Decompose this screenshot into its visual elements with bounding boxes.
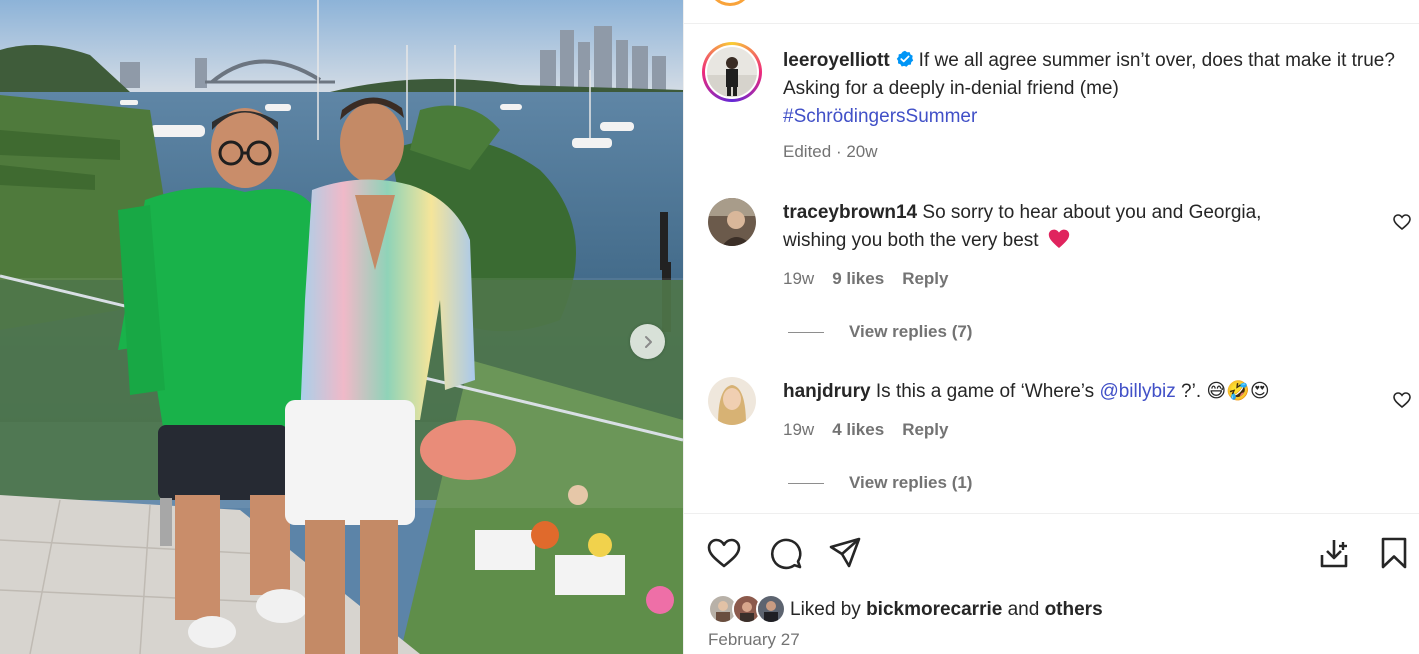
verified-badge-icon [896, 50, 913, 67]
comment-like-heart-icon[interactable] [1393, 391, 1411, 409]
liked-by-summary: Liked by bickmorecarrie and others [708, 594, 1103, 626]
comment-like-heart-icon[interactable] [1393, 213, 1411, 231]
heart-icon[interactable] [706, 535, 742, 571]
view-replies-label: View replies (7) [849, 322, 973, 341]
comment-likes[interactable]: 4 likes [832, 420, 884, 440]
comment-avatar-image [708, 198, 756, 246]
post-age[interactable]: 20w [846, 142, 877, 161]
comment-text-line1: So sorry to hear about you and Georgia, [922, 202, 1262, 223]
next-photo-button[interactable] [630, 324, 665, 359]
comment-username[interactable]: hanjdrury [783, 381, 871, 402]
comment-text-line2: wishing you both the very best [783, 230, 1039, 251]
view-replies-button[interactable]: View replies (1) [788, 473, 972, 493]
comment-meta: 19w 9 likes Reply [783, 269, 948, 289]
comment-item: hanjdrury Is this a game of ‘Where’s @bi… [783, 377, 1363, 406]
liked-by-conjunction: and [1007, 599, 1040, 620]
author-avatar[interactable] [702, 42, 762, 102]
comment-reply-button[interactable]: Reply [902, 420, 948, 440]
comment-age[interactable]: 19w [783, 420, 814, 440]
post-caption: leeroyelliott If we all agree summer isn’… [783, 47, 1395, 131]
comment-text-before: Is this a game of ‘Where’s [875, 381, 1095, 402]
download-icon[interactable] [1316, 535, 1352, 571]
comment-mention-link[interactable]: @billybiz [1099, 381, 1175, 402]
comment-reply-button[interactable]: Reply [902, 269, 948, 289]
liker-avatar [756, 594, 786, 624]
comment-item: traceybrown14 So sorry to hear about you… [783, 199, 1363, 255]
comment-avatar[interactable] [708, 198, 756, 246]
post-header-strip [684, 0, 1419, 24]
comment-meta: 19w 4 likes Reply [783, 420, 948, 440]
caption-meta: Edited · 20w [783, 142, 878, 162]
liker-avatars[interactable] [708, 594, 786, 626]
comment-likes[interactable]: 9 likes [832, 269, 884, 289]
edited-label: Edited [783, 142, 832, 161]
comment-avatar[interactable] [708, 377, 756, 425]
comment-username[interactable]: traceybrown14 [783, 202, 917, 223]
header-avatar-ring[interactable] [708, 0, 752, 6]
liked-by-prefix: Liked by [790, 599, 861, 620]
actions-divider [684, 513, 1419, 514]
comment-text-after: ?’. [1181, 381, 1202, 402]
chevron-right-icon [644, 335, 652, 348]
comment-avatar-image [708, 377, 756, 425]
post-image [0, 0, 683, 654]
view-replies-label: View replies (1) [849, 473, 973, 492]
liked-by-others[interactable]: others [1045, 599, 1103, 621]
liked-by-user[interactable]: bickmorecarrie [866, 599, 1002, 621]
bookmark-icon[interactable] [1376, 535, 1412, 571]
post-photo [0, 0, 683, 654]
comment-age[interactable]: 19w [783, 269, 814, 289]
meta-separator: · [835, 142, 842, 161]
replies-divider-line [788, 482, 824, 484]
share-icon[interactable] [827, 535, 863, 571]
post-date[interactable]: February 27 [708, 630, 800, 650]
red-heart-emoji [1048, 229, 1070, 248]
comment-icon[interactable] [767, 535, 803, 571]
caption-username[interactable]: leeroyelliott [783, 50, 890, 71]
caption-hashtag[interactable]: #SchrödingersSummer [783, 106, 977, 127]
replies-divider-line [788, 331, 824, 333]
view-replies-button[interactable]: View replies (7) [788, 322, 972, 342]
author-avatar-image [707, 47, 757, 97]
comment-emoji: 😅🤣😍 [1206, 380, 1270, 402]
post-side-panel: leeroyelliott If we all agree summer isn’… [683, 0, 1419, 654]
